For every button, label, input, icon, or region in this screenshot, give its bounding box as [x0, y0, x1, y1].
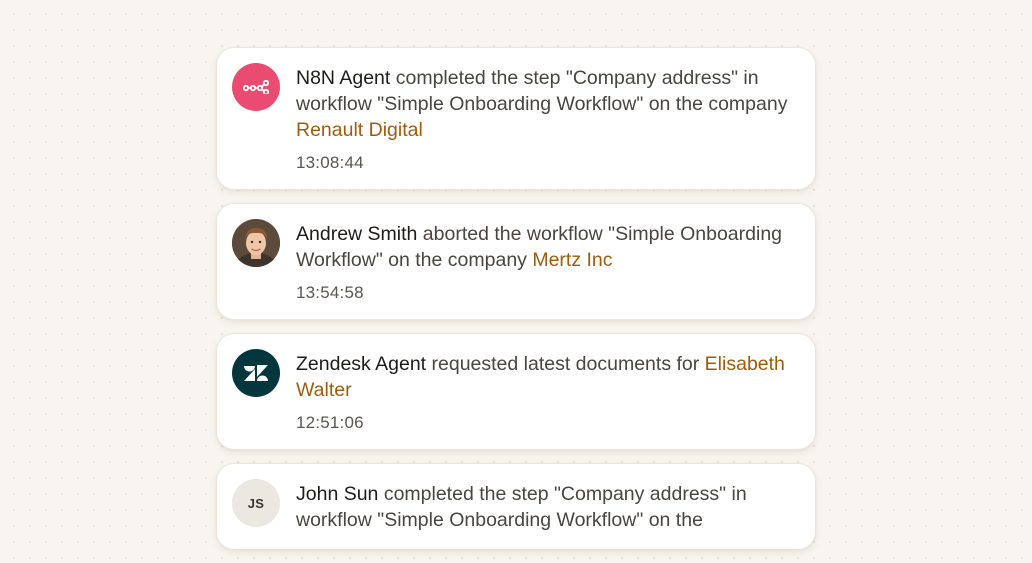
zendesk-logo-icon — [232, 349, 280, 397]
activity-text: Zendesk Agent requested latest documents… — [296, 351, 799, 403]
activity-item: Andrew Smith aborted the workflow "Simpl… — [216, 203, 816, 320]
timestamp: 12:51:06 — [296, 413, 364, 432]
timestamp: 13:54:58 — [296, 283, 364, 302]
action-text: requested latest documents for — [426, 353, 705, 375]
activity-text: N8N Agent completed the step "Company ad… — [296, 65, 799, 143]
company-link[interactable]: Renault Digital — [296, 119, 423, 141]
activity-item: JS John Sun completed the step "Company … — [216, 463, 816, 550]
activity-text: Andrew Smith aborted the workflow "Simpl… — [296, 221, 799, 273]
avatar — [232, 219, 280, 267]
activity-item: Zendesk Agent requested latest documents… — [216, 333, 816, 450]
timestamp: 13:08:44 — [296, 153, 364, 172]
activity-item: N8N Agent completed the step "Company ad… — [216, 47, 816, 190]
avatar: JS — [232, 479, 280, 527]
activity-text: John Sun completed the step "Company add… — [296, 481, 799, 533]
n8n-logo-icon — [232, 63, 280, 111]
actor-name: Andrew Smith — [296, 223, 418, 245]
actor-name: N8N Agent — [296, 67, 391, 89]
activity-feed: N8N Agent completed the step "Company ad… — [216, 47, 816, 563]
actor-name: John Sun — [296, 483, 379, 505]
company-link[interactable]: Mertz Inc — [532, 249, 612, 271]
actor-name: Zendesk Agent — [296, 353, 427, 375]
